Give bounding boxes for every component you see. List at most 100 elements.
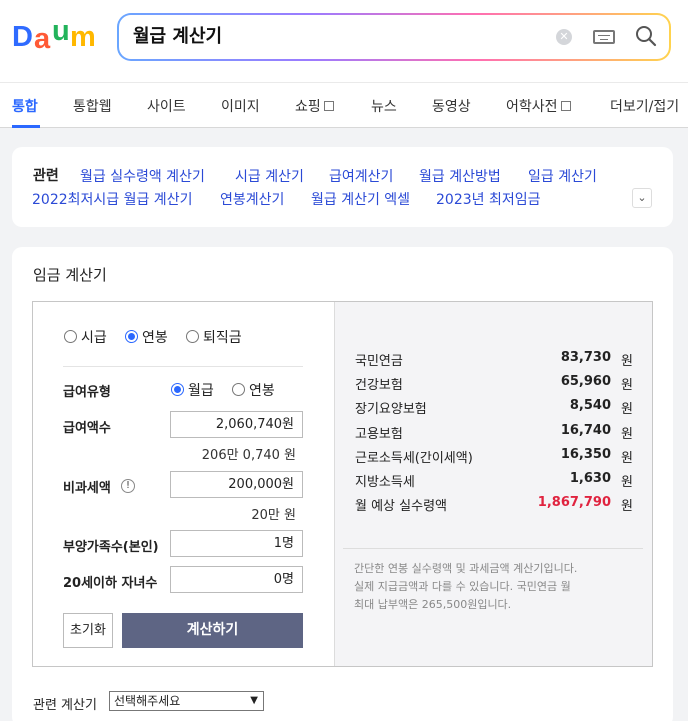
keyboard-icon[interactable]: [593, 30, 615, 44]
result-row: 고용보험 16,740 원: [355, 423, 633, 443]
logo-letter: D: [12, 21, 33, 53]
tab-shopping[interactable]: 쇼핑: [295, 96, 334, 116]
related-calculator-label: 관련 계산기: [33, 698, 97, 713]
related-title: 관련: [33, 168, 59, 184]
result-unit: 원: [621, 354, 633, 369]
radio-annual[interactable]: [125, 330, 138, 343]
salary-korean: 206만 0,740 원: [201, 448, 296, 463]
tab-site[interactable]: 사이트: [147, 96, 186, 116]
daum-logo[interactable]: D a u m: [12, 16, 98, 55]
input-panel: 시급 연봉 퇴직금 급여유형 월급 연봉 급여액수 2,060,740원 206…: [33, 302, 334, 666]
result-name: 월 예상 실수령액: [355, 499, 447, 514]
result-row: 국민연금 83,730 원: [355, 350, 633, 370]
related-link[interactable]: 일급 계산기: [528, 166, 597, 186]
search-box: 월급 계산기 ✕: [117, 13, 671, 61]
tab-image[interactable]: 이미지: [221, 96, 260, 116]
children-label: 20세이하 자녀수: [63, 576, 158, 591]
result-name: 고용보험: [355, 427, 403, 442]
logo-letter: a: [34, 23, 50, 55]
result-unit: 원: [621, 402, 633, 417]
search-icon[interactable]: [635, 25, 657, 47]
radio-monthly[interactable]: [171, 383, 184, 396]
pay-type-label: 급여유형: [63, 385, 111, 400]
nontax-label: 비과세액: [63, 481, 111, 496]
result-name: 장기요양보험: [355, 402, 427, 417]
search-input[interactable]: 월급 계산기: [133, 23, 222, 51]
related-searches-card: 관련 월급 실수령액 계산기 시급 계산기 급여계산기 월급 계산방법 일급 계…: [12, 147, 673, 227]
related-link[interactable]: 2022최저시급 월급 계산기: [32, 189, 192, 209]
dependents-label: 부양가족수(본인): [63, 540, 159, 555]
result-panel: 국민연금 83,730 원 건강보험 65,960 원 장기요양보험 8,540…: [334, 302, 652, 666]
related-link[interactable]: 월급 계산방법: [419, 166, 501, 186]
reset-button[interactable]: 초기화: [63, 613, 113, 648]
result-value: 1,630: [569, 471, 611, 486]
radio-label: 퇴직금: [203, 330, 242, 346]
tab-dictionary[interactable]: 어학사전: [506, 96, 571, 116]
tab-more[interactable]: 더보기/접기: [610, 96, 679, 116]
new-window-icon: [560, 101, 571, 111]
note-line: 실제 지급금액과 다를 수 있습니다. 국민연금 월: [354, 580, 571, 593]
new-window-icon: [323, 101, 334, 111]
related-link[interactable]: 시급 계산기: [235, 166, 304, 186]
radio-hourly[interactable]: [64, 330, 77, 343]
related-calculator-select[interactable]: 선택해주세요 ▼: [109, 691, 264, 711]
result-name: 지방소득세: [355, 475, 415, 490]
radio-label: 연봉: [142, 330, 168, 346]
net-pay-value: 1,867,790: [537, 495, 611, 510]
radio-label: 시급: [81, 330, 107, 346]
radio-severance[interactable]: [186, 330, 199, 343]
tab-label: 어학사전: [506, 99, 558, 115]
salary-input[interactable]: 2,060,740원: [170, 411, 303, 438]
logo-letter: m: [70, 21, 96, 53]
nontax-input[interactable]: 200,000원: [170, 471, 303, 498]
net-pay-row: 월 예상 실수령액 1,867,790 원: [355, 495, 633, 515]
related-link[interactable]: 연봉계산기: [220, 189, 284, 209]
active-tab-indicator: [12, 125, 40, 128]
logo-letter: u: [52, 15, 70, 47]
salary-label: 급여액수: [63, 421, 111, 436]
result-value: 16,350: [560, 447, 611, 462]
related-link[interactable]: 월급 실수령액 계산기: [80, 166, 205, 186]
result-unit: 원: [621, 427, 633, 442]
radio-label: 월급: [188, 383, 214, 399]
search-tabs: 통합 통합웹 사이트 이미지 쇼핑 뉴스 동영상 어학사전 더보기/접기: [0, 82, 688, 128]
result-value: 83,730: [560, 350, 611, 365]
related-link[interactable]: 2023년 최저임금: [436, 189, 540, 209]
related-link[interactable]: 급여계산기: [329, 166, 393, 186]
result-unit: 원: [621, 475, 633, 490]
result-row: 장기요양보험 8,540 원: [355, 398, 633, 418]
result-name: 건강보험: [355, 378, 403, 393]
result-row: 근로소득세(간이세액) 16,350 원: [355, 447, 633, 467]
divider: [343, 548, 643, 549]
children-input[interactable]: 0명: [170, 566, 303, 593]
tab-label: 쇼핑: [295, 99, 321, 115]
result-name: 국민연금: [355, 354, 403, 369]
result-value: 65,960: [560, 374, 611, 389]
select-value: 선택해주세요: [114, 694, 181, 708]
note-line: 간단한 연봉 실수령액 및 과세금액 계산기입니다.: [354, 562, 578, 575]
calculator-title: 임금 계산기: [33, 266, 107, 284]
result-unit: 원: [621, 451, 633, 466]
result-row: 지방소득세 1,630 원: [355, 471, 633, 491]
result-row: 건강보험 65,960 원: [355, 374, 633, 394]
calculator-note: 간단한 연봉 실수령액 및 과세금액 계산기입니다. 실제 지급금액과 다를 수…: [354, 560, 644, 614]
clear-search-icon[interactable]: ✕: [556, 29, 572, 45]
tab-video[interactable]: 동영상: [432, 96, 471, 116]
related-link[interactable]: 월급 계산기 엑셀: [311, 189, 410, 209]
tab-integrated-web[interactable]: 통합웹: [73, 96, 112, 116]
radio-label: 연봉: [249, 383, 275, 399]
result-name: 근로소득세(간이세액): [355, 451, 473, 466]
calculate-button[interactable]: 계산하기: [122, 613, 303, 648]
result-value: 16,740: [560, 423, 611, 438]
tab-integrated[interactable]: 통합: [12, 96, 38, 116]
info-icon[interactable]: !: [121, 479, 135, 493]
chevron-down-icon[interactable]: ⌄: [632, 188, 652, 208]
tab-news[interactable]: 뉴스: [371, 96, 397, 116]
calculator-frame: 시급 연봉 퇴직금 급여유형 월급 연봉 급여액수 2,060,740원 206…: [32, 301, 653, 667]
radio-yearly[interactable]: [232, 383, 245, 396]
wage-calculator-card: 임금 계산기 시급 연봉 퇴직금 급여유형 월급 연봉 급여액수 2,060,7…: [12, 247, 673, 721]
header: D a u m 월급 계산기 ✕: [0, 0, 688, 82]
dependents-input[interactable]: 1명: [170, 530, 303, 557]
result-unit: 원: [621, 378, 633, 393]
note-line: 최대 납부액은 265,500원입니다.: [354, 598, 512, 611]
